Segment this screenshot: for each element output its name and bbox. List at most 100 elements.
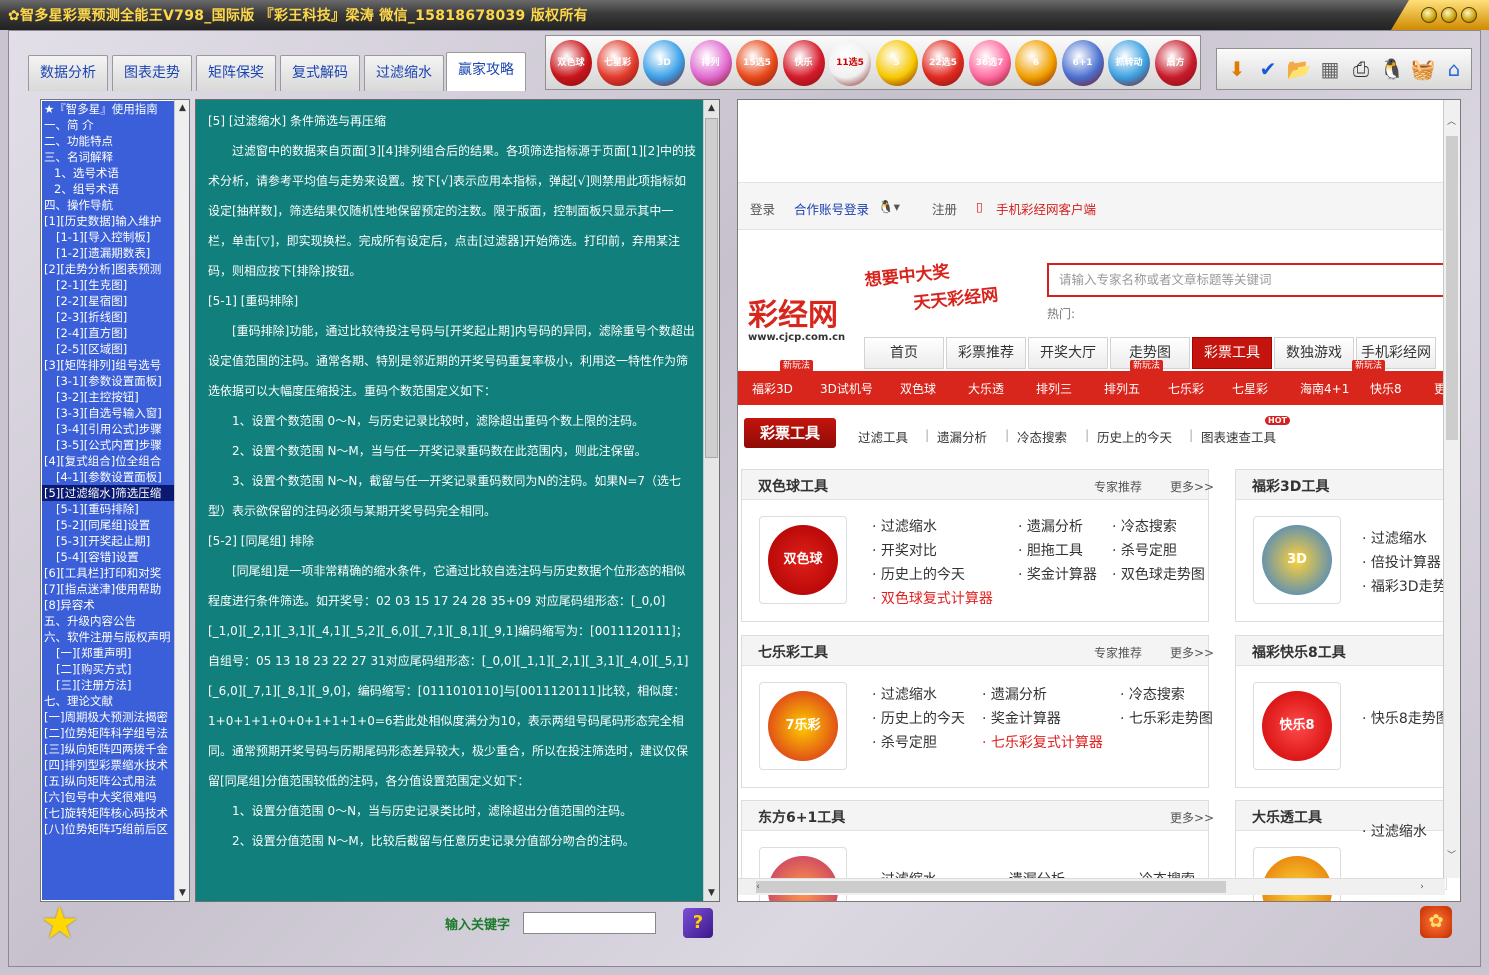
lottery-nav-item[interactable]: 福彩3D — [752, 380, 793, 397]
scroll-left-icon[interactable]: ‹ — [752, 879, 764, 895]
tool-link[interactable]: · 杀号定胆 — [1112, 540, 1177, 560]
login-link[interactable]: 登录 — [750, 199, 775, 218]
hscroll-thumb[interactable] — [756, 881, 1226, 893]
nav-item[interactable]: 五、升级内容公告 — [42, 613, 175, 629]
lottery-nav-item[interactable]: 3D试机号 — [820, 380, 873, 397]
tool-link[interactable]: · 过滤缩水 — [872, 516, 937, 536]
nav-item[interactable]: [4-1][参数设置面板] — [42, 469, 175, 485]
lottery-nav-item[interactable]: 大乐透 — [968, 380, 1004, 397]
scroll-right-icon[interactable]: › — [1416, 879, 1428, 895]
coop-login-link[interactable]: 合作账号登录 — [794, 199, 869, 218]
mobile-client-link[interactable]: 手机彩经网客户端 — [996, 199, 1096, 218]
basket-icon[interactable]: 🧺 — [1409, 53, 1437, 85]
nav-item[interactable]: 三、名词解释 — [42, 149, 175, 165]
lottery-13-icon[interactable]: 抓转动 — [1108, 40, 1150, 86]
nav-item[interactable]: 2、组号术语 — [42, 181, 175, 197]
tool-link[interactable]: · 倍投计算器 — [1362, 552, 1441, 572]
scroll-up-icon[interactable]: ▲ — [704, 100, 719, 116]
more-link[interactable]: 更多>> — [1170, 478, 1214, 495]
lottery-14-icon[interactable]: 扇方 — [1154, 40, 1197, 86]
nav-item[interactable]: [1-1][导入控制板] — [42, 229, 175, 245]
help-book-icon[interactable]: ? — [683, 908, 713, 938]
tab-4[interactable]: 复式解码 — [280, 55, 360, 91]
tool-link[interactable]: · 历史上的今天 — [872, 708, 965, 728]
nav-item[interactable]: [8]异容术 — [42, 597, 175, 613]
lottery-nav-item[interactable]: 七乐彩 — [1168, 380, 1204, 397]
scroll-up-icon[interactable]: ︿ — [1444, 114, 1459, 130]
folder-icon[interactable]: 📂 — [1285, 53, 1313, 85]
tool-link[interactable]: 过滤工具 — [858, 427, 908, 446]
lottery-nav-item[interactable]: 排列五 — [1104, 380, 1140, 397]
lottery-4-icon[interactable]: 排列 — [689, 40, 732, 86]
tool-link[interactable]: · 开奖对比 — [872, 540, 937, 560]
nav-item[interactable]: [5-1][重码排除] — [42, 501, 175, 517]
nav-item[interactable]: [5-3][开奖起止期] — [42, 533, 175, 549]
nav-item[interactable]: 六、软件注册与版权声明 — [42, 629, 175, 645]
scroll-down-icon[interactable]: ﹀ — [1444, 848, 1459, 864]
tool-link[interactable]: · 七乐彩走势图 — [1120, 708, 1213, 728]
lottery-9-icon[interactable]: 22选5 — [922, 40, 964, 86]
nav-item[interactable]: [5-2][同尾组]设置 — [42, 517, 175, 533]
nav-item[interactable]: 四、操作导航 — [42, 197, 175, 213]
more-link[interactable]: 更多>> — [1170, 809, 1214, 826]
printer-icon[interactable]: ⎙ — [1347, 53, 1375, 85]
tool-link[interactable]: · 快乐8走势图 — [1362, 708, 1450, 728]
browser-hscroll[interactable]: ‹ › — [738, 878, 1445, 895]
nav-item[interactable]: [1][历史数据]输入维护 — [42, 213, 175, 229]
scroll-down-icon[interactable]: ▼ — [704, 885, 719, 901]
tool-link[interactable]: · 奖金计算器 — [982, 708, 1061, 728]
nav-item[interactable]: [2-2][星宿图] — [42, 293, 175, 309]
lottery-2-icon[interactable]: 七星彩 — [596, 40, 639, 86]
scroll-up-icon[interactable]: ▲ — [175, 100, 190, 116]
tool-link[interactable]: · 冷态搜索 — [1120, 684, 1185, 704]
maximize-button[interactable] — [1441, 7, 1457, 23]
tab-1[interactable]: 数据分析 — [28, 55, 108, 91]
lottery-8-icon[interactable]: 5 — [875, 40, 918, 86]
nav-item[interactable]: [二][购买方式] — [42, 661, 175, 677]
lottery-3-icon[interactable]: 3D — [643, 40, 685, 86]
tool-link[interactable]: · 福彩3D走势 — [1362, 576, 1447, 596]
tool-link[interactable]: 历史上的今天 — [1097, 427, 1172, 446]
nav-item[interactable]: [3-2][主控按钮] — [42, 389, 175, 405]
tab-3[interactable]: 矩阵保奖 — [196, 55, 276, 91]
nav-item[interactable]: [4][复式组合]位全组合 — [42, 453, 175, 469]
nav-item[interactable]: [八]位势矩阵巧组前后区 — [42, 821, 175, 837]
lottery-nav-item[interactable]: 海南4+1 — [1300, 380, 1349, 397]
nav-item[interactable]: [三]纵向矩阵四两拨千金 — [42, 741, 175, 757]
nav-item[interactable]: [2-1][生克图] — [42, 277, 175, 293]
nav-scrollbar[interactable]: ▲ ▼ — [174, 100, 189, 901]
qq-penguin-icon[interactable]: 🐧▾ — [878, 199, 900, 215]
lottery-6-icon[interactable]: 快乐 — [782, 40, 825, 86]
nav-item[interactable]: [一][郑重声明] — [42, 645, 175, 661]
expert-rec-link[interactable]: 专家推荐 — [1094, 644, 1142, 661]
nav-item[interactable]: 七、理论文献 — [42, 693, 175, 709]
gift-icon[interactable]: ✿ — [1420, 906, 1452, 938]
nav-item[interactable]: [3-1][参数设置面板] — [42, 373, 175, 389]
nav-item[interactable]: [2-3][折线图] — [42, 309, 175, 325]
main-nav-item[interactable]: 彩票工具 — [1192, 337, 1272, 369]
qq-penguin-icon[interactable]: 🐧 — [1378, 53, 1406, 85]
tool-link[interactable]: 冷态搜索 — [1017, 427, 1067, 446]
fc3d-logo-icon[interactable]: 3D — [1253, 516, 1341, 604]
lottery-7-icon[interactable]: 11选5 — [829, 40, 871, 86]
main-nav-item[interactable]: 开奖大厅 — [1028, 337, 1108, 369]
nav-item[interactable]: [四]排列型彩票缩水技术 — [42, 757, 175, 773]
nav-item[interactable]: [2][走势分析]图表预测 — [42, 261, 175, 277]
lottery-12-icon[interactable]: 6+1 — [1061, 40, 1104, 86]
keyword-input[interactable] — [523, 912, 656, 934]
tool-link[interactable]: · 过滤缩水 — [872, 684, 937, 704]
close-button[interactable] — [1461, 7, 1477, 23]
nav-item[interactable]: [3][矩阵排列]组号选号 — [42, 357, 175, 373]
scroll-thumb[interactable] — [705, 118, 718, 458]
lottery-nav-item[interactable]: 排列三 — [1036, 380, 1072, 397]
lottery-5-icon[interactable]: 15选5 — [736, 40, 778, 86]
main-nav-item[interactable]: 首页 — [864, 337, 944, 369]
site-logo[interactable]: 彩经网 www.cjcp.com.cn — [748, 300, 858, 350]
lottery-10-icon[interactable]: 36选7 — [968, 40, 1011, 86]
tab-5[interactable]: 过滤缩水 — [364, 55, 444, 91]
spellcheck-icon[interactable]: ✔ — [1254, 53, 1282, 85]
kl8-logo-icon[interactable]: 快乐8 — [1253, 682, 1341, 770]
nav-item[interactable]: 二、功能特点 — [42, 133, 175, 149]
nav-item[interactable]: 1、选号术语 — [42, 165, 175, 181]
nav-item[interactable]: [5][过滤缩水]筛选压缩 — [42, 485, 175, 501]
